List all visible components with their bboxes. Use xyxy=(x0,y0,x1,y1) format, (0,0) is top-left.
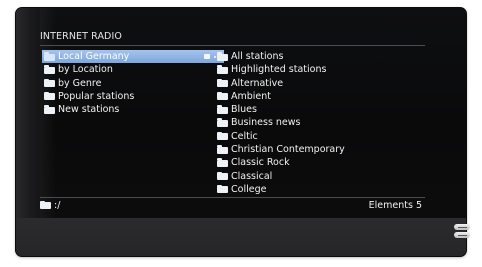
list-item-label: by Location xyxy=(58,64,113,76)
bottom-bar xyxy=(16,218,466,256)
dolby-logo-icon xyxy=(454,232,470,238)
folder-icon xyxy=(44,91,55,101)
list-item-label: Celtic xyxy=(231,130,258,142)
right-list-item-christian-contemporary[interactable]: Christian Contemporary xyxy=(215,143,420,156)
left-list-item-local-germany[interactable]: Local Germany xyxy=(42,50,224,64)
list-item-label: New stations xyxy=(58,104,120,116)
note-icon xyxy=(204,54,210,59)
right-list-item-alternative[interactable]: Alternative xyxy=(215,77,420,90)
folder-icon xyxy=(44,65,55,74)
folder-icon xyxy=(217,131,228,141)
folder-icon xyxy=(44,78,55,88)
folder-icon xyxy=(44,105,55,114)
right-list-item-ambient[interactable]: Ambient xyxy=(215,90,420,103)
folder-icon xyxy=(217,145,228,154)
list-item-label: All stations xyxy=(231,51,284,62)
elements-count: Elements 5 xyxy=(368,200,422,211)
page-title: INTERNET RADIO xyxy=(40,31,122,42)
right-list-item-classical[interactable]: Classical xyxy=(215,170,420,183)
current-path: :/ xyxy=(40,200,60,212)
folder-icon xyxy=(217,52,228,61)
folder-icon xyxy=(217,158,228,167)
right-list-item-classic-rock[interactable]: Classic Rock xyxy=(215,156,420,169)
folder-icon xyxy=(217,78,228,88)
right-list-item-highlighted-stations[interactable]: Highlighted stations xyxy=(215,63,420,76)
list-item-label: Blues xyxy=(231,104,257,116)
path-text: :/ xyxy=(54,200,61,211)
footer-divider xyxy=(40,197,425,198)
right-list-item-blues[interactable]: Blues xyxy=(215,103,420,116)
folder-icon xyxy=(217,65,228,74)
right-list-item-college[interactable]: College xyxy=(215,183,420,196)
right-list-item-all-stations[interactable]: All stations xyxy=(215,50,420,63)
left-list-item-new-stations[interactable]: New stations xyxy=(42,103,224,116)
folder-icon xyxy=(217,91,228,101)
folder-icon xyxy=(217,171,228,181)
right-list-item-business-news[interactable]: Business news xyxy=(215,116,420,129)
list-item-label: Local Germany xyxy=(58,51,130,62)
list-item-label: Classical xyxy=(231,170,273,182)
list-item-label: Business news xyxy=(231,117,301,129)
folder-icon xyxy=(217,118,228,127)
left-list-item-by-genre[interactable]: by Genre xyxy=(42,77,224,90)
left-list-item-by-location[interactable]: by Location xyxy=(42,63,224,76)
left-list: Local Germany by Location by Genre Popul… xyxy=(42,50,224,116)
folder-icon xyxy=(217,105,228,114)
list-item-label: Ambient xyxy=(231,90,272,102)
folder-icon xyxy=(44,52,55,61)
right-list: All stations Highlighted stations Altern… xyxy=(215,50,420,196)
list-item-label: by Genre xyxy=(58,77,102,89)
list-item-label: Highlighted stations xyxy=(231,64,327,76)
left-bezel xyxy=(16,8,40,218)
logo-badges xyxy=(454,224,470,238)
list-item-label: College xyxy=(231,183,267,195)
right-list-item-celtic[interactable]: Celtic xyxy=(215,130,420,143)
left-list-item-popular-stations[interactable]: Popular stations xyxy=(42,90,224,103)
list-item-label: Christian Contemporary xyxy=(231,144,345,156)
hd-logo-icon xyxy=(454,224,470,230)
header-divider xyxy=(40,45,425,46)
folder-icon xyxy=(217,184,228,194)
list-item-label: Alternative xyxy=(231,77,284,89)
list-item-label: Popular stations xyxy=(58,90,135,102)
list-item-label: Classic Rock xyxy=(231,157,290,169)
folder-icon xyxy=(40,200,51,209)
